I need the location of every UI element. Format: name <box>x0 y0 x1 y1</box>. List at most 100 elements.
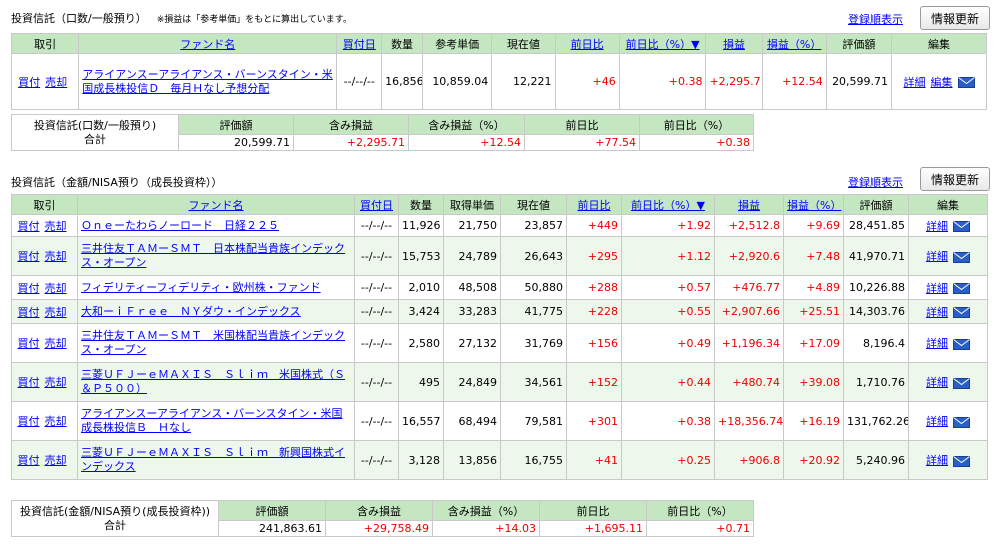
change-cell: +41 <box>566 440 622 480</box>
fund-cell: 三井住友ＴＡＭーＳＭＴ 米国株配当貴族インデックス・オープン <box>77 323 355 363</box>
table-row: 買付 売却 三菱ＵＦＪーｅＭＡＸＩＳ Ｓｌｉｍ 米国株式（Ｓ＆Ｐ５００） --/-… <box>11 362 988 402</box>
col-header-pl[interactable]: 損益 <box>714 194 784 215</box>
col-header-value: 評価額 <box>843 194 909 215</box>
fund-name-link[interactable]: 三井住友ＴＡＭーＳＭＴ 米国株配当貴族インデックス・オープン <box>81 329 345 356</box>
col-header-date[interactable]: 買付日 <box>354 194 399 215</box>
fund-cell: 三菱ＵＦＪーｅＭＡＸＩＳ Ｓｌｉｍ 米国株式（Ｓ＆Ｐ５００） <box>77 362 355 402</box>
col-header-pl[interactable]: 損益 <box>705 33 763 54</box>
summary-value: +0.38 <box>639 134 754 151</box>
section1-holdings-table: 取引 ファンド名 買付日 数量 参考単価 現在値 前日比 前日比（%）▼ 損益 … <box>10 33 987 110</box>
mail-icon[interactable] <box>953 307 970 318</box>
summary-header: 前日比（%） <box>646 500 754 521</box>
section2-refresh-button[interactable]: 情報更新 <box>920 167 990 191</box>
table-row: 買付 売却 Ｏｎｅーたわらノーロード 日経２２５ --/--/-- 11,926 … <box>11 214 988 237</box>
fund-name-link[interactable]: 大和ーｉＦｒｅｅ ＮＹダウ・インデックス <box>81 305 301 318</box>
table-row: 買付 売却 アライアンスーアライアンス・バーンスタイン・米国成長株投信Ｄ 毎月Ｈな… <box>10 53 987 110</box>
fund-name-link[interactable]: 三菱ＵＦＪーｅＭＡＸＩＳ Ｓｌｉｍ 新興国株式インデックス <box>81 446 345 473</box>
value-cell: 28,451.85 <box>843 214 909 237</box>
mail-icon[interactable] <box>953 221 970 232</box>
value-cell: 131,762.26 <box>843 401 909 441</box>
col-header-qty: 数量 <box>398 194 444 215</box>
fund-name-link[interactable]: アライアンスーアライアンス・バーンスタイン・米国成長株投信Ｂ Ｈなし <box>81 407 342 434</box>
detail-link[interactable]: 詳細 <box>926 376 948 389</box>
trade-cell: 買付 売却 <box>11 323 78 363</box>
sell-link[interactable]: 売却 <box>45 282 67 295</box>
qty-cell: 3,424 <box>398 299 444 324</box>
unit-cell: 68,494 <box>443 401 501 441</box>
change-cell: +152 <box>566 362 622 402</box>
price-cell: 26,643 <box>500 236 567 276</box>
sell-link[interactable]: 売却 <box>45 415 67 428</box>
change-pct-cell: +0.25 <box>621 440 715 480</box>
fund-cell: 三菱ＵＦＪーｅＭＡＸＩＳ Ｓｌｉｍ 新興国株式インデックス <box>77 440 355 480</box>
detail-link[interactable]: 詳細 <box>926 415 948 428</box>
summary-header: 評価額 <box>218 500 326 521</box>
col-header-date[interactable]: 買付日 <box>336 33 383 54</box>
unit-cell: 10,859.04 <box>421 53 493 110</box>
summary-value: +0.71 <box>646 520 754 537</box>
table-row: 買付 売却 三菱ＵＦＪーｅＭＡＸＩＳ Ｓｌｉｍ 新興国株式インデックス --/--… <box>11 440 988 480</box>
col-header-change[interactable]: 前日比 <box>554 33 620 54</box>
sell-link[interactable]: 売却 <box>45 306 67 319</box>
price-cell: 23,857 <box>500 214 567 237</box>
fund-name-link[interactable]: Ｏｎｅーたわらノーロード 日経２２５ <box>81 219 279 232</box>
mail-icon[interactable] <box>953 377 970 389</box>
value-cell: 5,240.96 <box>843 440 909 480</box>
sell-link[interactable]: 売却 <box>45 220 67 233</box>
col-header-fund[interactable]: ファンド名 <box>77 194 355 215</box>
detail-link[interactable]: 詳細 <box>904 76 926 89</box>
fund-name-link[interactable]: フィデリティーフィデリティ・欧州株・ファンド <box>81 281 321 294</box>
sell-link[interactable]: 売却 <box>45 76 67 89</box>
summary-header: 含み損益 <box>325 500 433 521</box>
col-header-pl-pct[interactable]: 損益（%） <box>783 194 844 215</box>
section1-refresh-button[interactable]: 情報更新 <box>920 6 990 30</box>
edit-link[interactable]: 編集 <box>931 76 953 89</box>
sell-link[interactable]: 売却 <box>45 337 67 350</box>
price-cell: 16,755 <box>500 440 567 480</box>
section1-order-link[interactable]: 登録順表示 <box>848 11 903 27</box>
mail-icon[interactable] <box>957 77 975 88</box>
pl-pct-cell: +25.51 <box>783 299 844 324</box>
buy-link[interactable]: 買付 <box>18 376 40 389</box>
edit-cell: 詳細 <box>908 236 988 276</box>
mail-icon[interactable] <box>953 338 970 350</box>
buy-link[interactable]: 買付 <box>18 220 40 233</box>
pl-pct-cell: +4.89 <box>783 275 844 300</box>
col-header-unit: 取得単価 <box>443 194 501 215</box>
change-pct-cell: +0.38 <box>621 401 715 441</box>
col-header-change-pct[interactable]: 前日比（%）▼ <box>618 33 707 54</box>
qty-cell: 16,557 <box>398 401 444 441</box>
sell-link[interactable]: 売却 <box>45 250 67 263</box>
col-header-pl-pct[interactable]: 損益（%） <box>761 33 827 54</box>
detail-link[interactable]: 詳細 <box>926 337 948 350</box>
trade-cell: 買付 売却 <box>11 362 78 402</box>
buy-link[interactable]: 買付 <box>18 306 40 319</box>
detail-link[interactable]: 詳細 <box>926 454 948 467</box>
mail-icon[interactable] <box>953 416 970 428</box>
fund-name-link[interactable]: 三井住友ＴＡＭーＳＭＴ 日本株配当貴族インデックス・オープン <box>81 242 345 269</box>
col-header-change[interactable]: 前日比 <box>566 194 622 215</box>
col-header-change-pct[interactable]: 前日比（%）▼ <box>621 194 715 215</box>
sell-link[interactable]: 売却 <box>45 454 67 467</box>
buy-link[interactable]: 買付 <box>18 250 40 263</box>
buy-link[interactable]: 買付 <box>18 282 40 295</box>
detail-link[interactable]: 詳細 <box>926 282 948 295</box>
fund-name-link[interactable]: 三菱ＵＦＪーｅＭＡＸＩＳ Ｓｌｉｍ 米国株式（Ｓ＆Ｐ５００） <box>81 368 345 395</box>
fund-name-link[interactable]: アライアンスーアライアンス・バーンスタイン・米国成長株投信Ｄ 毎月Ｈなし予想分配 <box>82 68 332 95</box>
detail-link[interactable]: 詳細 <box>926 250 948 263</box>
buy-link[interactable]: 買付 <box>18 415 40 428</box>
detail-link[interactable]: 詳細 <box>926 306 948 319</box>
summary-header: 含み損益（%） <box>432 500 540 521</box>
sell-link[interactable]: 売却 <box>45 376 67 389</box>
buy-link[interactable]: 買付 <box>18 76 40 89</box>
mail-icon[interactable] <box>953 283 970 294</box>
mail-icon[interactable] <box>953 455 970 467</box>
detail-link[interactable]: 詳細 <box>926 220 948 233</box>
pl-cell: +906.8 <box>714 440 784 480</box>
buy-link[interactable]: 買付 <box>18 337 40 350</box>
section2-order-link[interactable]: 登録順表示 <box>848 174 903 190</box>
col-header-unit: 参考単価 <box>421 33 493 54</box>
buy-link[interactable]: 買付 <box>18 454 40 467</box>
col-header-fund[interactable]: ファンド名 <box>78 33 338 54</box>
mail-icon[interactable] <box>953 251 970 263</box>
